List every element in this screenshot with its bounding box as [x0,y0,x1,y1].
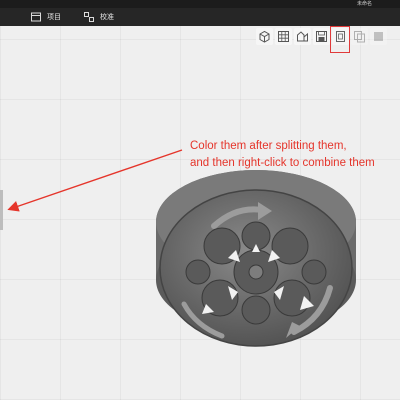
viewport-overlay [7,149,356,347]
annotation-arrow [7,149,183,212]
gear-model[interactable] [156,170,356,347]
